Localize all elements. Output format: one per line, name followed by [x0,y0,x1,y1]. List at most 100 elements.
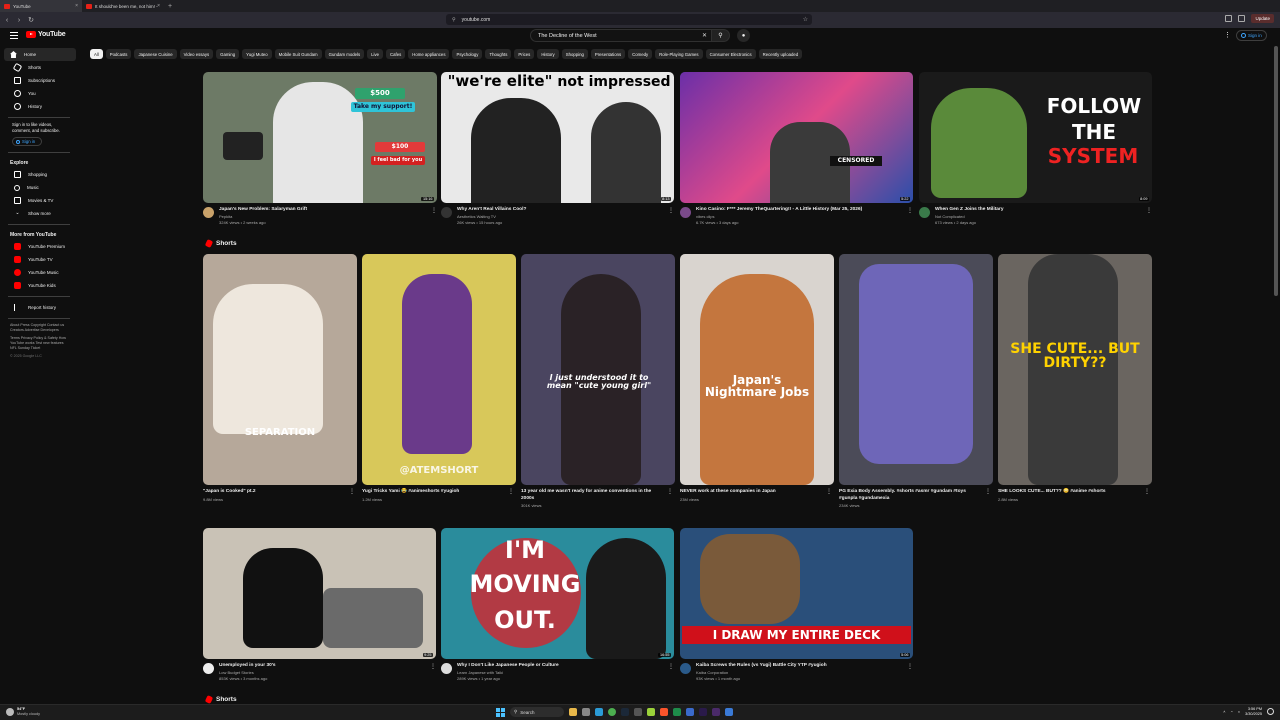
more-actions-icon[interactable]: ⋮ [907,663,913,670]
youtube-logo[interactable]: YouTube [26,31,66,38]
bookmark-icon[interactable]: ☆ [803,16,808,23]
short-card[interactable]: Japan's Nightmare Jobs NEVER work at thes… [680,254,834,502]
short-title[interactable]: NEVER work at these companies in Japan [680,489,820,496]
footer-links-secondary[interactable]: Terms Privacy Policy & Safety How YouTub… [0,336,70,351]
video-thumbnail[interactable]: FOLLOW THE SYSTEM 8:09 [919,72,1152,203]
windows-start-icon[interactable] [496,707,505,717]
app-icon[interactable] [634,708,642,716]
channel-avatar[interactable] [441,663,452,674]
short-thumbnail[interactable]: Japan's Nightmare Jobs [680,254,834,485]
video-card[interactable]: $500 Take my support! $100 I feel bad for y… [203,72,437,227]
filter-chip[interactable]: History [537,49,559,59]
search-button[interactable]: ⚲ [712,29,730,42]
video-thumbnail[interactable]: CENSORED 5:22 [680,72,913,203]
video-card[interactable]: FOLLOW THE SYSTEM 8:09 When Gen Z Joins the … [919,72,1152,227]
filter-chip[interactable]: Presentations [590,49,626,59]
brave-icon[interactable] [660,708,668,716]
video-title[interactable]: Why Aren't Real Villains Cool? [457,207,526,212]
weather-widget[interactable]: 54°F Mostly cloudy [6,707,40,716]
filter-chip[interactable]: Live [367,49,384,59]
video-thumbnail[interactable]: I'M MOVING OUT. 16:55 [441,528,674,659]
more-actions-icon[interactable]: ⋮ [667,488,673,495]
short-thumbnail[interactable] [839,254,993,485]
channel-avatar[interactable] [680,663,691,674]
channel-name[interactable]: Kaiba Corporation [696,670,728,675]
more-actions-icon[interactable]: ⋮ [1146,207,1152,214]
filter-chip[interactable]: All [90,49,103,59]
more-actions-icon[interactable]: ⋮ [668,663,674,670]
short-thumbnail[interactable]: I just understood it to mean "cute young… [521,254,675,485]
search-input[interactable]: The Decline of the West ✕ [530,29,712,42]
sign-in-button[interactable]: Sign in [1236,30,1267,41]
chrome-icon[interactable] [608,708,616,716]
filter-chip[interactable]: Mobile Suit Gundam [274,49,322,59]
filter-chip[interactable]: Recently uploaded [758,49,803,59]
filter-chip[interactable]: Home appliances [408,49,450,59]
close-tab-icon[interactable]: × [157,3,160,9]
more-actions-icon[interactable]: ⋮ [349,488,355,495]
short-card[interactable]: I just understood it to mean "cute young… [521,254,675,508]
more-actions-icon[interactable]: ⋮ [508,488,514,495]
sidebar-item-premium[interactable]: YouTube Premium [4,240,76,253]
sidebar-item-shopping[interactable]: Shopping [4,168,76,181]
short-card[interactable]: @ATEMSHORT Yugi Tricks Yami 😂 #animeshort… [362,254,516,502]
sidebar-item-movies[interactable]: Movies & TV [4,194,76,207]
channel-name[interactable]: Aesthetics Waiting TV [457,214,496,219]
voice-search-button[interactable]: ● [737,29,750,42]
chevron-up-icon[interactable]: ˄ [1223,710,1225,714]
video-card[interactable]: I'M MOVING OUT. 16:55 Why I Don't Like Japan… [441,528,674,683]
channel-name[interactable]: Learn Japanese with Taiki [457,670,503,675]
sidebar-sign-in-button[interactable]: Sign in [12,137,42,146]
filter-chip[interactable]: Role-Playing Games [655,49,703,59]
filter-chip[interactable]: Video essays [179,49,214,59]
edge-icon[interactable] [595,708,603,716]
browser-tab-video[interactable]: It should've been me, not him! - Yo... × [82,0,164,12]
video-thumbnail[interactable]: $500 Take my support! $100 I feel bad for y… [203,72,437,203]
video-thumbnail[interactable]: "we're elite" not impressed 8:13 [441,72,674,203]
short-title[interactable]: Yugi Tricks Yami 😂 #animeshorts #yugioh [362,489,502,496]
short-thumbnail[interactable]: SEPARATION [203,254,357,485]
video-card[interactable]: CENSORED 5:22 Kino Casino: F*** Jeremy The… [680,72,913,227]
video-card[interactable]: "we're elite" not impressed 8:13 Why Aren't… [441,72,674,227]
video-title[interactable]: Japan's New Problem: Salaryman Grift [219,207,307,212]
short-thumbnail[interactable]: SHE CUTE... BUT DIRTY?? [998,254,1152,485]
more-actions-icon[interactable]: ⋮ [1144,488,1150,495]
more-actions-icon[interactable]: ⋮ [668,207,674,214]
sidebar-item-music[interactable]: Music [4,181,76,194]
short-thumbnail[interactable]: @ATEMSHORT [362,254,516,485]
short-card[interactable]: PG Exia Body Assembly. #shorts #asmr #gu… [839,254,993,508]
short-title[interactable]: 13 year old me wasn't ready for anime co… [521,489,661,502]
filter-chip[interactable]: Prices [514,49,535,59]
sidebar-item-kids[interactable]: YouTube Kids [4,279,76,292]
video-card[interactable]: I DRAW MY ENTIRE DECK 5:06 Kaiba Screws th… [680,528,913,683]
extensions-icon[interactable] [1225,15,1233,22]
app-icon[interactable] [647,708,655,716]
filter-chip[interactable]: Psychology [452,49,483,59]
filter-chip[interactable]: Comedy [628,49,653,59]
video-title[interactable]: Unemployed in your 30's [219,663,276,668]
filter-chip[interactable]: Yugi Muteo [242,49,272,59]
menu-icon[interactable] [10,32,18,39]
filter-chip[interactable]: Shopping [561,49,588,59]
more-actions-icon[interactable]: ⋮ [430,663,436,670]
forward-icon[interactable]: › [14,17,24,24]
clock[interactable]: 3:56 PM 3/30/2025 [1245,707,1262,716]
app-icon[interactable] [673,708,681,716]
channel-avatar[interactable] [919,207,930,218]
premiere-icon[interactable] [699,708,707,716]
filter-chip[interactable]: Consumer Electronics [705,49,756,59]
short-title[interactable]: "Japan is Cooked" pt.2 [203,489,343,496]
video-title[interactable]: Kaiba Screws the Rules (vs Yugi) Battle … [696,663,827,668]
downloads-icon[interactable] [1238,15,1246,22]
clear-search-icon[interactable]: ✕ [702,32,707,39]
more-actions-icon[interactable]: ⋮ [431,207,437,214]
reload-icon[interactable]: ↻ [26,16,36,24]
settings-kebab-icon[interactable]: ⋮ [1224,31,1231,39]
filter-chip[interactable]: Thoughts [485,49,512,59]
channel-avatar[interactable] [203,663,214,674]
wifi-icon[interactable]: ◔ [1231,710,1233,714]
update-button[interactable]: Update [1251,14,1274,23]
sidebar-item-report-history[interactable]: Report history [4,301,76,314]
channel-name[interactable]: Not Complicated [935,214,965,219]
filter-chip[interactable]: Podcasts [105,49,132,59]
